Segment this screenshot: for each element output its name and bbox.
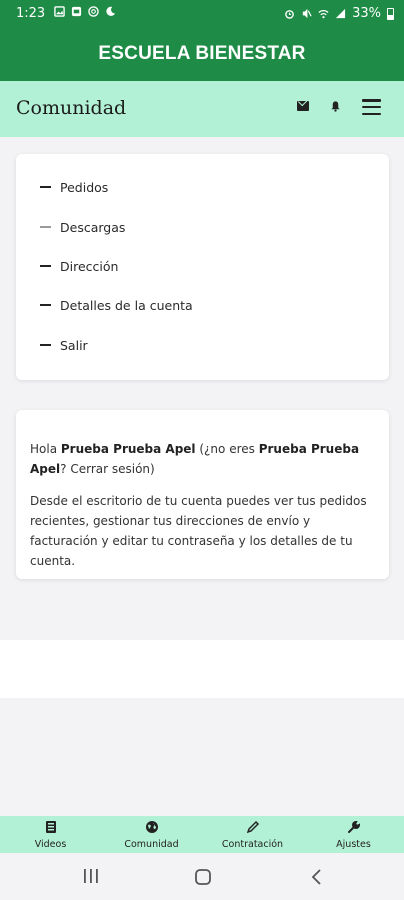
section-title: Comunidad <box>16 97 127 119</box>
tab-videos[interactable]: Videos <box>0 816 101 853</box>
back-icon[interactable] <box>310 868 324 886</box>
globe-icon <box>145 821 158 833</box>
dashboard-description: Desde el escritorio de tu cuenta puedes … <box>30 494 367 568</box>
question-mark: ? <box>60 462 67 476</box>
account-navigation-card: Pedidos Descargas Dirección Detalles de … <box>16 154 389 380</box>
hamburger-menu-icon[interactable] <box>362 99 381 115</box>
recent-apps-icon[interactable] <box>82 868 100 884</box>
wrench-icon <box>347 820 360 833</box>
battery-percent: 33% <box>352 6 381 21</box>
tab-comunidad[interactable]: Comunidad <box>101 816 202 853</box>
logout-link[interactable]: Cerrar sesión) <box>70 462 154 476</box>
system-navigation-bar <box>0 853 404 900</box>
app-header: ESCUELA BIENESTAR <box>0 26 404 81</box>
status-notification-icons <box>54 6 116 17</box>
dash-icon <box>40 225 51 229</box>
video-list-icon <box>45 821 56 833</box>
greeting-text: Hola Prueba Prueba Apel (¿no eres Prueba… <box>30 439 376 479</box>
section-header: Comunidad <box>0 81 404 137</box>
nav-item-pedidos[interactable]: Pedidos <box>16 177 108 197</box>
wifi-icon <box>318 10 329 19</box>
bell-icon[interactable] <box>330 100 341 112</box>
mute-icon <box>302 8 312 19</box>
status-bar: 1:23 33% <box>0 0 404 26</box>
nav-item-detalles-cuenta[interactable]: Detalles de la cuenta <box>16 295 193 315</box>
moon-icon <box>106 6 116 16</box>
image-notification-icon <box>54 6 65 17</box>
nav-item-label: Salir <box>60 337 88 353</box>
dash-icon <box>40 185 51 189</box>
nav-item-label: Pedidos <box>60 179 109 195</box>
pencil-icon <box>246 820 259 834</box>
dash-icon <box>40 303 51 307</box>
tab-label: Contratación <box>221 839 284 850</box>
signal-icon <box>336 8 346 19</box>
dash-icon <box>40 264 51 268</box>
app-title: ESCUELA BIENESTAR <box>98 42 306 64</box>
tab-label: Videos <box>34 839 67 850</box>
gallery-notification-icon <box>71 6 82 17</box>
status-system-icons: 33% <box>284 6 394 21</box>
greeting-hola: Hola <box>30 442 58 456</box>
battery-icon <box>387 7 394 20</box>
nav-item-descargas[interactable]: Descargas <box>16 217 125 237</box>
nav-item-salir[interactable]: Salir <box>16 335 88 355</box>
home-icon[interactable] <box>194 868 212 886</box>
bottom-tab-bar: Videos Comunidad Contratación Ajustes <box>0 816 404 853</box>
tab-ajustes[interactable]: Ajustes <box>303 816 404 853</box>
dash-icon <box>40 343 51 347</box>
content-divider-band <box>0 640 404 698</box>
tab-label: Comunidad <box>124 839 179 850</box>
nav-item-label: Dirección <box>60 258 119 274</box>
tab-contratacion[interactable]: Contratación <box>202 816 303 853</box>
tab-label: Ajustes <box>336 839 371 850</box>
status-time: 1:23 <box>16 6 46 21</box>
at-sign-icon <box>88 6 99 17</box>
user-name: Prueba Prueba Apel <box>60 442 196 456</box>
nav-item-label: Detalles de la cuenta <box>60 297 193 313</box>
nav-item-label: Descargas <box>60 219 126 235</box>
nav-item-direccion[interactable]: Dirección <box>16 256 118 276</box>
not-you-text: (¿no eres <box>199 442 255 456</box>
alarm-icon <box>285 10 294 19</box>
mail-icon[interactable] <box>297 101 309 111</box>
account-dashboard-card: Hola Prueba Prueba Apel (¿no eres Prueba… <box>16 410 389 579</box>
